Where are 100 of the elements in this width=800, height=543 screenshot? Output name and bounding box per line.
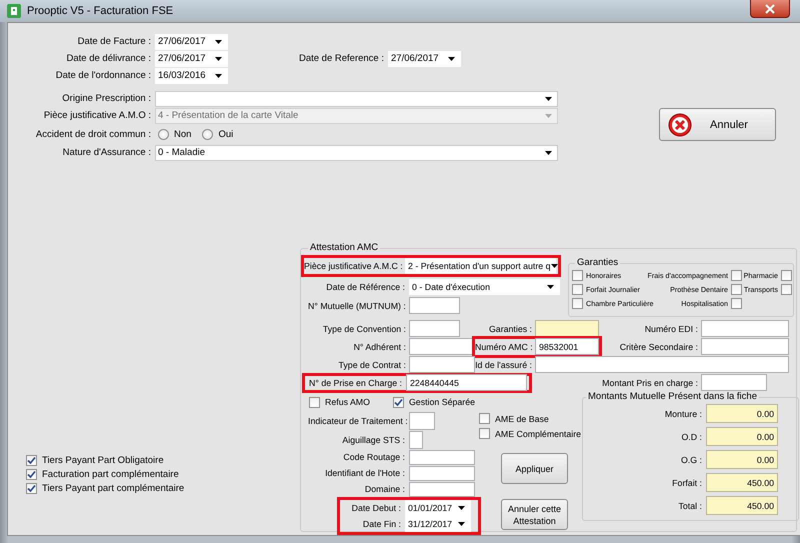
field-label: Forfait : (671, 478, 703, 488)
amount-field: 450.00 (706, 496, 778, 515)
field-label: Date de délivrance : (66, 53, 152, 64)
field-label: Total : (678, 500, 703, 510)
field-label: Numéro AMC : (475, 342, 534, 352)
date-picker[interactable]: 31/12/2017 (405, 516, 471, 532)
group-title: Garanties (575, 257, 620, 268)
date-picker[interactable]: 27/06/2017 (155, 50, 228, 66)
caret-icon (215, 56, 222, 60)
checkbox[interactable] (572, 284, 583, 294)
checkbox-label: AME Complémentaire (495, 428, 582, 438)
window-title: Prooptic V5 - Facturation FSE (27, 5, 174, 17)
close-icon (765, 4, 775, 14)
amount-field: 0.00 (706, 427, 778, 446)
checkbox[interactable] (731, 284, 742, 294)
field-label: Id de l'assuré : (475, 360, 533, 370)
date-picker[interactable]: 16/03/2016 (155, 68, 228, 84)
dropdown[interactable]: 2 - Présentation d'un support autre q (405, 258, 556, 274)
cancel-attestation-button[interactable]: Annuler cette Attestation (501, 499, 568, 530)
field-label: O.D : (680, 432, 703, 442)
dropdown[interactable]: 0 - Maladie (155, 144, 558, 160)
field-label: Domaine : (364, 484, 406, 494)
text-field[interactable] (409, 338, 475, 355)
checkbox[interactable] (731, 298, 742, 308)
checkbox-label: Tiers Payant Part Obligatoire (42, 454, 164, 466)
field-label: N° Adhérent : (352, 342, 407, 352)
text-field[interactable] (409, 466, 475, 480)
close-button[interactable] (750, 0, 790, 18)
checkbox-label: Tiers Payant part complémentaire (42, 482, 184, 494)
checkbox-label: AME de Base (495, 414, 549, 424)
field-label: Numéro EDI : (644, 324, 699, 334)
field-label: Code Routage : (342, 452, 406, 462)
field-label: Montant Pris en charge : (601, 378, 699, 388)
caret-icon (545, 96, 552, 100)
dropdown[interactable] (155, 90, 558, 106)
checkbox[interactable] (731, 270, 742, 280)
text-field[interactable] (409, 450, 475, 464)
field-label: Critère Secondaire : (618, 342, 699, 352)
checkbox[interactable] (26, 482, 37, 494)
checkbox[interactable] (309, 396, 320, 408)
checkbox[interactable] (572, 270, 583, 280)
field-label: Garanties : (488, 324, 533, 334)
field-label: Type de Convention : (322, 324, 407, 334)
text-field[interactable] (701, 374, 767, 391)
checkbox[interactable] (26, 468, 37, 480)
checkbox-label: Refus AMO (325, 397, 371, 407)
radio-button[interactable] (158, 128, 169, 140)
caret-icon (458, 522, 465, 526)
group-title: Attestation AMC (308, 242, 380, 253)
cancel-button[interactable]: Annuler (659, 108, 776, 141)
date-picker[interactable]: 27/06/2017 (388, 50, 461, 66)
caret-icon (215, 40, 222, 44)
date-picker[interactable]: 27/06/2017 (155, 34, 228, 50)
checkbox[interactable] (781, 270, 792, 280)
field-label: Pièce justificative A.M.O : (42, 110, 152, 121)
field-label: Indicateur de Traitement : (308, 416, 409, 426)
text-field[interactable] (409, 356, 475, 373)
radio-label: Oui (218, 128, 234, 140)
text-field[interactable] (409, 320, 460, 337)
caret-icon (545, 114, 552, 118)
date-picker[interactable]: 01/01/2017 (405, 500, 471, 516)
field-label: N° de Prise en Charge : (308, 378, 403, 388)
field-label: N° Mutuelle (MUTNUM) : (308, 300, 407, 310)
dropdown[interactable]: 0 - Date d'éxecution (409, 279, 560, 295)
field-label: Pièce justificative A.M.C : (304, 261, 404, 271)
field-label: Aiguillage STS : (341, 434, 406, 444)
amount-field: 0.00 (706, 404, 778, 423)
field-label: O.G : (680, 454, 703, 464)
caret-icon (550, 264, 558, 268)
text-field[interactable] (701, 320, 789, 337)
checkbox[interactable] (781, 284, 792, 294)
field-label: Identifiant de l'Hote : (324, 468, 406, 478)
text-field[interactable]: 2248440445 (406, 374, 527, 391)
field-label: Date de Référence : (325, 282, 406, 292)
field-label: Origine Prescription : (61, 93, 152, 104)
checkbox[interactable] (572, 298, 583, 308)
checkbox[interactable] (26, 454, 37, 466)
field-label: Monture : (664, 408, 703, 418)
caret-icon (448, 56, 455, 60)
text-field[interactable] (701, 338, 789, 355)
field-label: Date de l'ordonnance : (54, 70, 152, 81)
checkbox-label: Gestion Séparée (408, 397, 475, 407)
radio-button[interactable] (202, 128, 214, 140)
field-label: Date Debut : (350, 503, 402, 513)
checkbox[interactable] (479, 428, 490, 439)
amount-field: 450.00 (706, 473, 778, 492)
text-field[interactable] (409, 412, 435, 430)
app-logo-icon (7, 4, 21, 18)
checkbox-label: Facturation part complémentaire (42, 468, 179, 480)
checkbox[interactable] (479, 413, 490, 424)
text-field[interactable]: 98532001 (535, 338, 599, 355)
text-field[interactable] (409, 297, 460, 314)
field-label: Date Fin : (362, 519, 402, 529)
field-label: Nature d'Assurance : (62, 147, 152, 158)
checkbox[interactable] (392, 396, 404, 408)
caret-icon (547, 285, 554, 289)
text-field[interactable] (535, 356, 789, 373)
apply-button[interactable]: Appliquer (501, 453, 568, 484)
text-field[interactable] (409, 482, 475, 496)
text-field[interactable] (409, 430, 423, 448)
